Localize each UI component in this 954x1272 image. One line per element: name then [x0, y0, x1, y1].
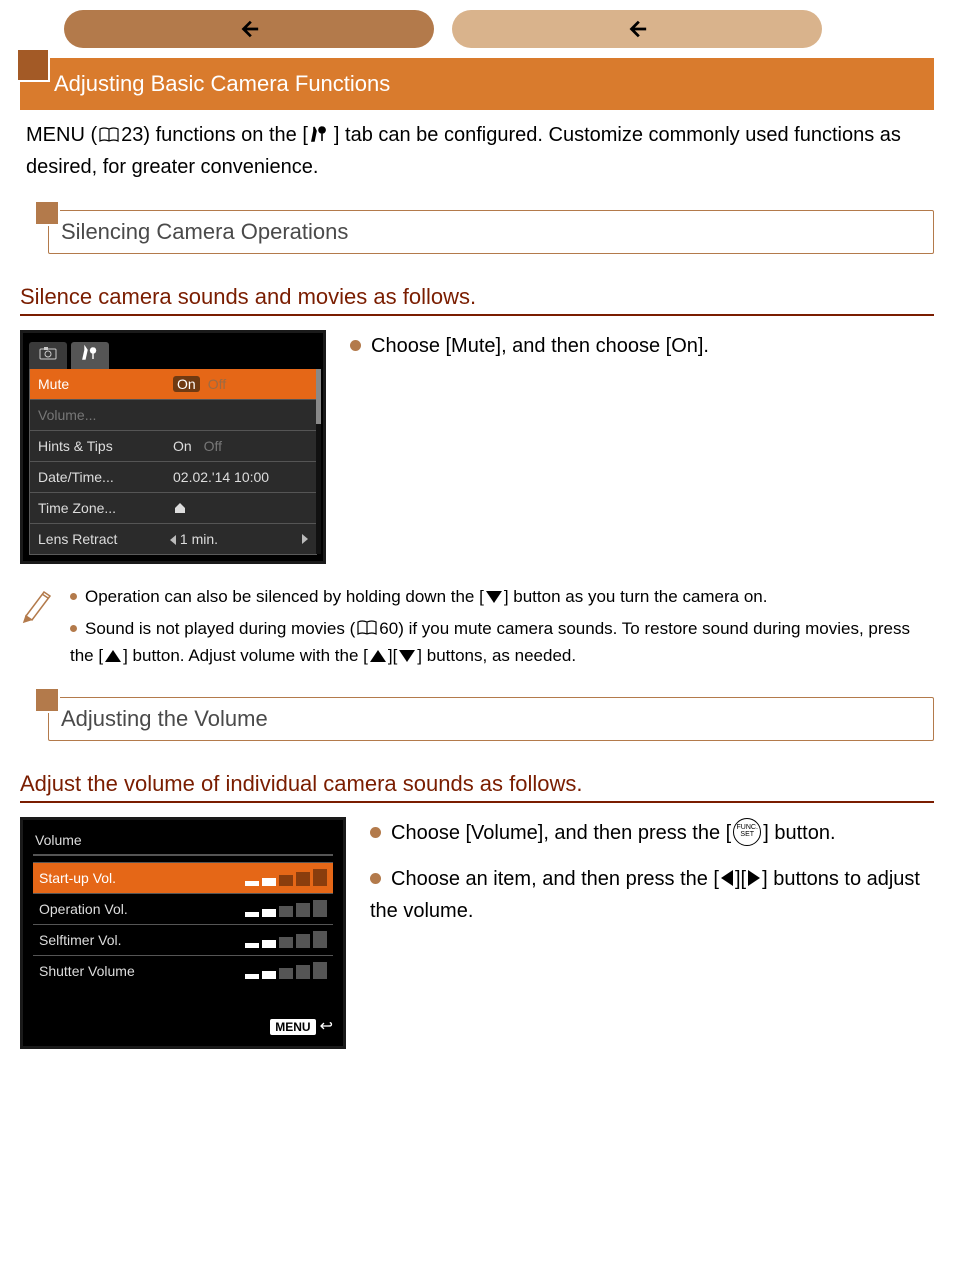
bullet-icon	[350, 340, 361, 351]
left-button-icon	[721, 870, 733, 886]
section-title: Adjusting the Volume	[48, 697, 934, 741]
return-icon: ↩	[320, 1016, 333, 1036]
level-bars	[245, 932, 327, 948]
arrow-left-icon	[626, 18, 648, 40]
pencil-icon	[20, 584, 54, 669]
menu-row-timezone: Time Zone...	[30, 492, 316, 523]
menu-list: Mute OnOff Volume... Hints & Tips On Off…	[29, 369, 317, 555]
note-block: Operation can also be silenced by holdin…	[20, 584, 934, 669]
camera-menu-screenshot: Mute OnOff Volume... Hints & Tips On Off…	[20, 330, 326, 564]
volume-row-shutter: Shutter Volume	[33, 955, 333, 986]
right-button-icon	[748, 870, 760, 886]
down-button-icon	[486, 591, 502, 603]
volume-title: Volume	[33, 830, 333, 856]
section-tab	[34, 687, 60, 713]
arrow-left-icon	[238, 18, 260, 40]
menu-row-lensretract: Lens Retract 1 min.	[30, 523, 316, 554]
menu-tabbar	[23, 339, 323, 369]
volume-menu-screenshot: Volume Start-up Vol. Operation Vol. Self…	[20, 817, 346, 1049]
menu-row-volume: Volume...	[30, 399, 316, 430]
menu-button-label: MENU	[270, 1019, 315, 1035]
left-arrow-icon	[170, 535, 176, 545]
level-bars	[245, 963, 327, 979]
down-button-icon	[399, 650, 415, 662]
volume-row-startup: Start-up Vol.	[33, 862, 333, 893]
page-banner: Adjusting Basic Camera Functions	[20, 58, 934, 110]
tools-icon	[81, 346, 99, 360]
volume-row-selftimer: Selftimer Vol.	[33, 924, 333, 955]
home-icon	[173, 501, 187, 517]
volume-footer: MENU ↩	[33, 1016, 333, 1036]
camera-icon	[39, 346, 57, 360]
wrench-icon	[310, 122, 332, 152]
section-title: Silencing Camera Operations	[48, 210, 934, 254]
note-line-1: Operation can also be silenced by holdin…	[70, 584, 934, 610]
bullet-icon	[370, 827, 381, 838]
intro-text: MENU (23) functions on the [] tab can be…	[26, 120, 928, 182]
section-volume: Adjusting the Volume	[20, 697, 934, 741]
menu-row-hints: Hints & Tips On Off	[30, 430, 316, 461]
note-line-2: Sound is not played during movies (60) i…	[70, 616, 934, 669]
instruction-silence: Choose [Mute], and then choose [On].	[350, 330, 934, 362]
level-bars	[245, 870, 327, 886]
up-button-icon	[370, 650, 386, 662]
top-nav	[64, 10, 934, 48]
func-set-button-icon	[733, 818, 761, 846]
nav-chip-next[interactable]	[452, 10, 822, 48]
banner-tab	[16, 48, 50, 82]
right-arrow-icon	[302, 534, 308, 544]
section-silence: Silencing Camera Operations	[20, 210, 934, 254]
volume-row-operation: Operation Vol.	[33, 893, 333, 924]
subheading-volume: Adjust the volume of individual camera s…	[20, 771, 934, 803]
level-bars	[245, 901, 327, 917]
book-icon	[357, 620, 377, 636]
menu-row-datetime: Date/Time... 02.02.'14 10:00	[30, 461, 316, 492]
tab-setup	[71, 342, 109, 369]
menu-row-mute: Mute OnOff	[30, 369, 316, 399]
instruction-volume: Choose [Volume], and then press the [] b…	[370, 817, 934, 927]
nav-chip-prev[interactable]	[64, 10, 434, 48]
book-icon	[99, 127, 119, 143]
section-tab	[34, 200, 60, 226]
bullet-icon	[370, 873, 381, 884]
menu-scrollbar	[316, 369, 321, 554]
subheading-silence: Silence camera sounds and movies as foll…	[20, 284, 934, 316]
tab-shoot	[29, 342, 67, 369]
bullet-icon	[70, 625, 77, 632]
up-button-icon	[105, 650, 121, 662]
bullet-icon	[70, 593, 77, 600]
page-title: Adjusting Basic Camera Functions	[54, 71, 390, 97]
